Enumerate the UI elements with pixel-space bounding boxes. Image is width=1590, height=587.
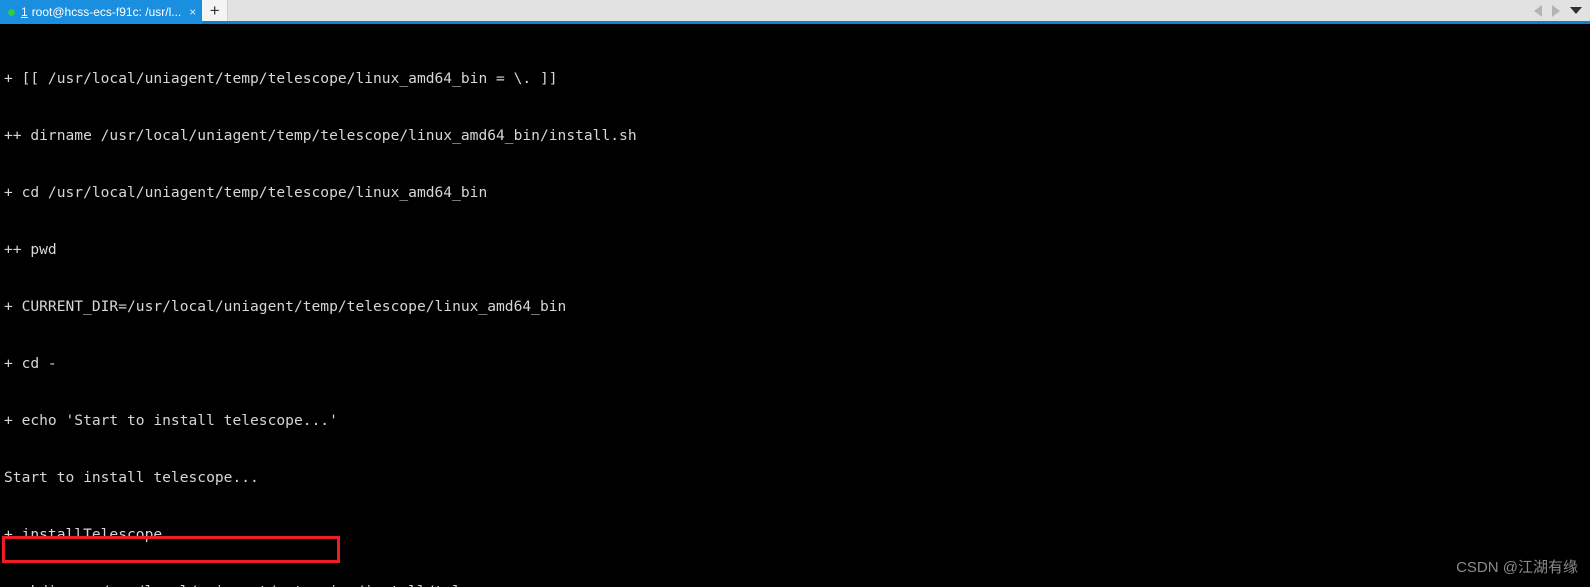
chevron-right-icon[interactable] <box>1552 4 1560 17</box>
terminal-line: + installTelescope <box>4 526 163 543</box>
terminal-line: + cd /usr/local/uniagent/temp/telescope/… <box>4 184 488 201</box>
tab-index-label: 1 <box>21 5 28 19</box>
tab-bar: 1 root@hcss-ecs-f91c: /usr/l... × + <box>0 0 1590 24</box>
terminal-line: + echo 'Start to install telescope...' <box>4 412 338 429</box>
close-icon[interactable]: × <box>189 6 196 18</box>
terminal-window: 1 root@hcss-ecs-f91c: /usr/l... × + + [[… <box>0 0 1590 587</box>
chevron-down-icon[interactable] <box>1570 7 1582 14</box>
chevron-left-icon[interactable] <box>1534 4 1542 17</box>
terminal-line: ++ dirname /usr/local/uniagent/temp/tele… <box>4 127 637 144</box>
tab-session-1[interactable]: 1 root@hcss-ecs-f91c: /usr/l... × <box>0 0 203 24</box>
watermark-label: CSDN @江湖有缘 <box>1456 559 1578 576</box>
tab-title-label: root@hcss-ecs-f91c: /usr/l... <box>31 5 182 19</box>
new-tab-button[interactable]: + <box>202 0 229 21</box>
terminal-line: + [[ /usr/local/uniagent/temp/telescope/… <box>4 70 558 87</box>
terminal-line: + cd - <box>4 355 57 372</box>
tab-status-dot <box>8 8 15 16</box>
terminal-line: + CURRENT_DIR=/usr/local/uniagent/temp/t… <box>4 298 567 315</box>
tab-bar-spacer <box>228 0 1534 21</box>
tab-bar-controls <box>1534 0 1590 21</box>
terminal-line: + mkdir -p /usr/local/uniagent/extension… <box>4 582 1590 587</box>
terminal-line: Start to install telescope... <box>4 469 259 486</box>
terminal-output[interactable]: + [[ /usr/local/uniagent/temp/telescope/… <box>0 27 1590 587</box>
terminal-line: ++ pwd <box>4 241 57 258</box>
